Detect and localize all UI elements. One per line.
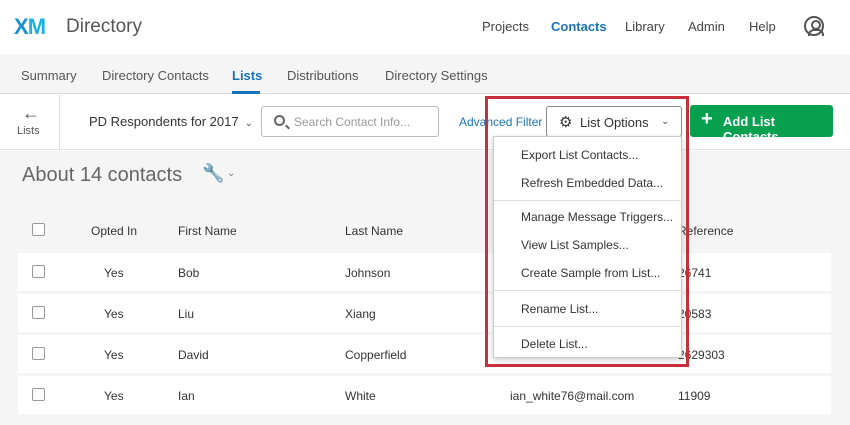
- contacts-panel: About 14 contacts 🔧 ⌄ Opted In First Nam…: [0, 151, 850, 425]
- list-name: PD Respondents for 2017: [89, 114, 239, 129]
- add-list-contacts-button[interactable]: + Add List Contacts: [690, 105, 833, 144]
- back-to-lists-button[interactable]: ← Lists: [0, 95, 60, 150]
- email-value: ian_white76@mail.com: [510, 389, 635, 403]
- row-checkbox[interactable]: [32, 265, 45, 278]
- tab-directory-contacts[interactable]: Directory Contacts: [102, 68, 209, 83]
- tab-distributions[interactable]: Distributions: [287, 68, 359, 83]
- first-name-value: Bob: [178, 266, 200, 280]
- column-last-name[interactable]: Last Name: [345, 224, 403, 238]
- first-name-value: Liu: [178, 307, 195, 321]
- wrench-icon[interactable]: 🔧: [202, 163, 224, 184]
- contact-count-title: About 14 contacts: [22, 164, 183, 186]
- plus-icon: +: [701, 108, 713, 130]
- tab-summary[interactable]: Summary: [21, 68, 77, 83]
- nav-projects[interactable]: Projects: [482, 19, 529, 34]
- table-row[interactable]: Yes Bob Johnson 26741: [18, 253, 831, 291]
- search-icon: [274, 115, 285, 126]
- column-first-name[interactable]: First Name: [178, 224, 237, 238]
- search-box[interactable]: [261, 106, 439, 137]
- opted-in-value: Yes: [104, 307, 124, 321]
- table-row[interactable]: Yes Liu Xiang 20583: [18, 294, 831, 332]
- chevron-down-icon[interactable]: ⌄: [227, 168, 235, 179]
- reference-value: 11909: [678, 389, 711, 403]
- search-input[interactable]: [294, 113, 434, 131]
- top-header: XM Directory Projects Contacts Library A…: [0, 0, 850, 54]
- xm-logo[interactable]: XM: [14, 14, 46, 40]
- active-tab-indicator: [232, 91, 260, 94]
- app-title: Directory: [66, 16, 143, 37]
- table-row[interactable]: Yes David Copperfield 2629303: [18, 335, 831, 373]
- opted-in-value: Yes: [104, 348, 124, 362]
- row-checkbox[interactable]: [32, 388, 45, 401]
- last-name-value: Copperfield: [345, 348, 407, 362]
- last-name-value: Xiang: [345, 307, 376, 321]
- tab-lists[interactable]: Lists: [232, 68, 262, 83]
- first-name-value: Ian: [178, 389, 195, 403]
- chevron-down-icon: ⌄: [244, 118, 253, 129]
- nav-help[interactable]: Help: [749, 19, 776, 34]
- nav-library[interactable]: Library: [625, 19, 665, 34]
- list-selector[interactable]: PD Respondents for 2017 ⌄: [89, 114, 253, 129]
- nav-admin[interactable]: Admin: [688, 19, 725, 34]
- last-name-value: White: [345, 389, 376, 403]
- opted-in-value: Yes: [104, 266, 124, 280]
- last-name-value: Johnson: [345, 266, 391, 280]
- user-icon[interactable]: [804, 16, 824, 36]
- add-list-contacts-label: Add List Contacts: [723, 114, 779, 144]
- row-checkbox[interactable]: [32, 306, 45, 319]
- row-checkbox[interactable]: [32, 347, 45, 360]
- arrow-left-icon: ←: [22, 103, 40, 123]
- opted-in-value: Yes: [104, 389, 124, 403]
- first-name-value: David: [178, 348, 209, 362]
- select-all-checkbox[interactable]: [32, 223, 45, 236]
- back-label: Lists: [17, 125, 40, 137]
- table-header: Opted In First Name Last Name Reference: [18, 209, 831, 251]
- tab-directory-settings[interactable]: Directory Settings: [385, 68, 488, 83]
- table-row[interactable]: Yes Ian White ian_white76@mail.com 11909: [18, 376, 831, 414]
- column-opted-in[interactable]: Opted In: [91, 224, 137, 238]
- highlight-box: [485, 96, 689, 367]
- nav-contacts[interactable]: Contacts: [551, 19, 607, 34]
- list-toolbar: ← Lists PD Respondents for 2017⌄ Advance…: [0, 95, 850, 150]
- sub-navigation: Summary Directory Contacts Lists Distrib…: [0, 54, 850, 94]
